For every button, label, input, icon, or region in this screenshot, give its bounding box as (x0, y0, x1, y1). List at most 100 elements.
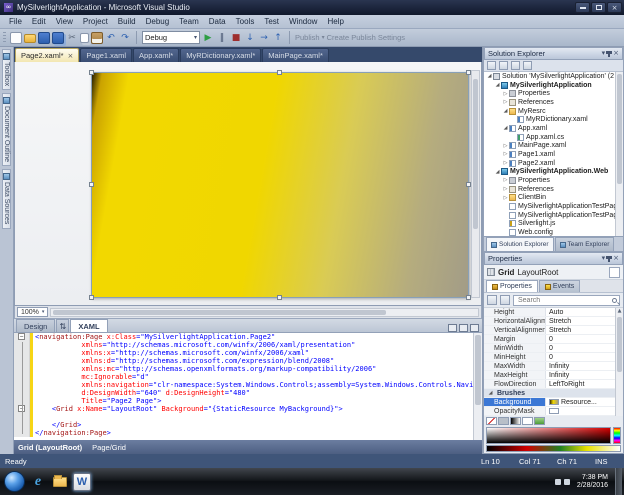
tab-xaml[interactable]: XAML (70, 319, 108, 332)
selection-handle[interactable] (277, 295, 282, 300)
property-value[interactable]: LeftToRight (546, 380, 623, 388)
step-over-icon[interactable]: → (258, 32, 270, 44)
menu-debug[interactable]: Debug (141, 16, 175, 27)
redo-icon[interactable]: ↷ (119, 32, 131, 44)
scrollbar-thumb[interactable] (473, 79, 478, 229)
create-publish-settings-label[interactable]: Create Publish Settings (327, 33, 405, 42)
menu-build[interactable]: Build (113, 16, 141, 27)
tree-item-solution-mysilverlightapplication-2-proje[interactable]: ◢ Solution 'MySilverlightApplication' (2 … (484, 72, 623, 81)
property-row-horizontalalignme[interactable]: HorizontalAlignme Stretch (484, 317, 623, 326)
undo-icon[interactable]: ↶ (105, 32, 117, 44)
code-line-5[interactable]: xmlns:mc="http://schemas.openxmlformats.… (14, 365, 482, 373)
hue-slider[interactable] (613, 427, 621, 444)
bottom-tab-team-explorer[interactable]: Team Explorer (554, 237, 615, 251)
expand-pane-icon[interactable] (470, 324, 479, 332)
show-desktop-button[interactable] (615, 468, 622, 495)
swap-panes-button[interactable]: ⇅ (56, 319, 70, 332)
artboard-page2[interactable] (89, 70, 471, 300)
doc-tab-mainpage-xaml[interactable]: MainPage.xaml* (262, 48, 329, 62)
property-row-height[interactable]: Height Auto (484, 308, 623, 317)
bottom-tab-solution-explorer[interactable]: Solution Explorer (486, 237, 554, 251)
scrollbar-thumb[interactable] (53, 309, 387, 315)
tool-tab-toolbox[interactable]: Toolbox (2, 49, 11, 91)
scroll-up-icon[interactable]: ▲ (616, 308, 623, 315)
menu-data[interactable]: Data (204, 16, 231, 27)
expander-icon[interactable]: ▷ (502, 195, 509, 201)
gradient-brush-icon[interactable] (510, 417, 521, 425)
menu-view[interactable]: View (51, 16, 78, 27)
tree-item-app-xaml[interactable]: ◢ App.xaml (484, 124, 623, 133)
breadcrumb-page-grid[interactable]: Page/Grid (92, 443, 126, 452)
solution-explorer-title-bar[interactable]: Solution Explorer ▾ × (484, 47, 623, 60)
code-line-7[interactable]: xmlns:navigation="clr-namespace:System.W… (14, 381, 482, 389)
tree-item-mysilverlightapplication[interactable]: ◢ MySilverlightApplication (484, 81, 623, 90)
code-line-2[interactable]: xmlns="http://schemas.microsoft.com/winf… (14, 341, 482, 349)
menu-window[interactable]: Window (284, 16, 322, 27)
menu-file[interactable]: File (4, 16, 27, 27)
design-horizontal-scrollbar[interactable] (50, 307, 479, 317)
editor-vertical-scrollbar[interactable] (473, 333, 482, 440)
property-row-minwidth[interactable]: MinWidth 0 (484, 344, 623, 353)
tree-item-references[interactable]: ▷ References (484, 185, 623, 194)
doc-tab-page2-xaml[interactable]: Page2.xaml* × (15, 48, 80, 62)
word-taskbar-icon[interactable]: W (73, 472, 91, 491)
selection-handle[interactable] (277, 70, 282, 75)
code-line-12[interactable]: </Grid> (14, 421, 482, 429)
doc-tab-myrdictionary-xaml[interactable]: MyRDictionary.xaml* (180, 48, 262, 62)
copy-icon[interactable] (80, 32, 89, 43)
property-row-maxwidth[interactable]: MaxWidth Infinity (484, 362, 623, 371)
tree-item-myresrc[interactable]: ◢ MyResrc (484, 107, 623, 116)
tree-item-mainpage-xaml[interactable]: ▷ MainPage.xaml (484, 141, 623, 150)
design-surface[interactable] (14, 62, 482, 306)
sort-alphabetical-icon[interactable] (500, 295, 510, 305)
property-value[interactable]: Infinity (546, 371, 623, 379)
tree-item-silverlight-js[interactable]: Silverlight.js (484, 219, 623, 228)
properties-title-bar[interactable]: Properties ▾ × (484, 252, 623, 265)
tree-item-mysilverlightapplicationtestpage-a[interactable]: MySilverlightApplicationTestPage.a (484, 202, 623, 211)
volume-icon[interactable] (563, 478, 570, 485)
publish-button[interactable]: Publish (295, 33, 320, 42)
tool-tab-document-outline[interactable]: Document Outline (2, 93, 11, 167)
menu-team[interactable]: Team (174, 16, 204, 27)
property-value[interactable]: Infinity (546, 362, 623, 370)
menu-project[interactable]: Project (78, 16, 113, 27)
code-line-9[interactable]: Title="Page2 Page"> (14, 397, 482, 405)
property-value[interactable]: Resource... (546, 398, 623, 406)
step-into-icon[interactable]: ↓ (244, 32, 256, 44)
start-debug-icon[interactable]: ▶ (202, 32, 214, 44)
code-line-8[interactable]: d:DesignWidth="640" d:DesignHeight="480" (14, 389, 482, 397)
selection-handle[interactable] (89, 295, 94, 300)
save-all-icon[interactable] (52, 31, 64, 44)
code-line-6[interactable]: mc:Ignorable="d" (14, 373, 482, 381)
show-all-files-icon[interactable] (499, 61, 508, 70)
tree-item-page2-xaml[interactable]: ▷ Page2.xaml (484, 159, 623, 168)
explorer-folder-icon[interactable] (51, 473, 69, 491)
open-file-icon[interactable] (24, 34, 36, 43)
breadcrumb-grid-layoutroot[interactable]: Grid (LayoutRoot) (18, 443, 82, 452)
start-button[interactable] (4, 471, 25, 492)
new-project-icon[interactable] (10, 31, 22, 44)
split-vertical-icon[interactable] (459, 324, 468, 332)
property-value[interactable] (546, 407, 623, 415)
tile-brush-icon[interactable] (522, 417, 533, 425)
selection-handle[interactable] (89, 70, 94, 75)
tree-vertical-scrollbar[interactable] (615, 72, 623, 236)
expander-icon[interactable]: ◢ (502, 125, 509, 131)
tree-item-mysilverlightapplication-web[interactable]: ◢ MySilverlightApplication.Web (484, 167, 623, 176)
tree-item-properties[interactable]: ▷ Properties (484, 176, 623, 185)
scrollbar-thumb[interactable] (617, 317, 622, 372)
maximize-button[interactable] (591, 2, 606, 13)
tree-item-myrdictionary-xaml[interactable]: MyRDictionary.xaml (484, 115, 623, 124)
tree-item-app-xaml-cs[interactable]: App.xaml.cs (484, 133, 623, 142)
doc-tab-page1-xaml[interactable]: Page1.xaml (80, 48, 133, 62)
property-value[interactable]: 0 (546, 335, 623, 343)
code-line-3[interactable]: xmlns:x="http://schemas.microsoft.com/wi… (14, 349, 482, 357)
scrollbar-thumb[interactable] (475, 335, 481, 405)
expander-icon[interactable]: ▷ (502, 160, 509, 166)
expander-icon[interactable]: ▷ (502, 151, 509, 157)
paste-icon[interactable] (91, 31, 103, 44)
close-tab-icon[interactable]: × (68, 52, 74, 60)
property-row-brushes[interactable]: ◢ Brushes (484, 389, 623, 398)
window-position-icon[interactable]: ▾ (602, 255, 606, 262)
solution-configuration-dropdown[interactable]: Debug ▾ (142, 31, 200, 44)
